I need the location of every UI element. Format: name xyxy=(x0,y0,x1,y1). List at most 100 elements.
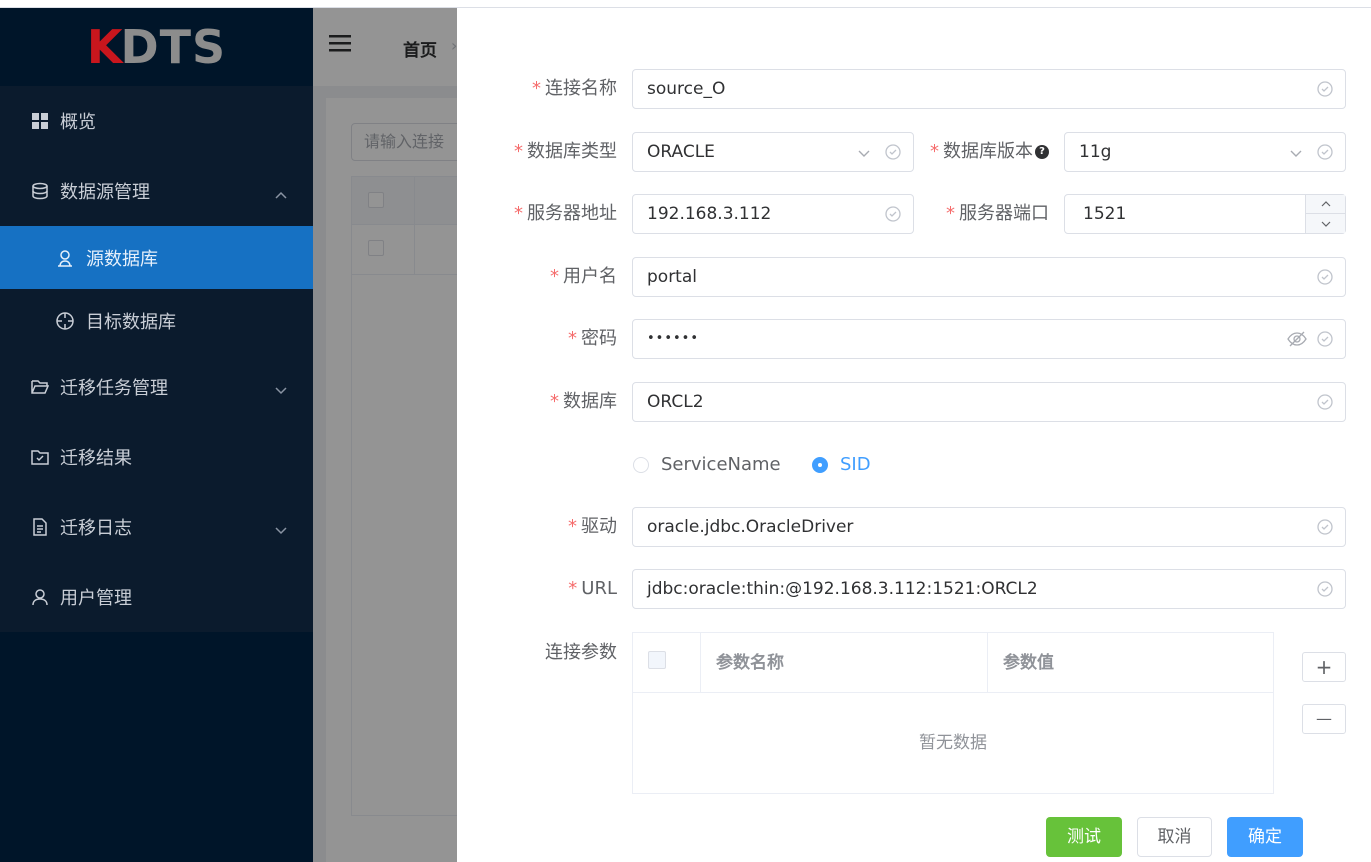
decrease-button[interactable] xyxy=(1306,214,1345,233)
eye-hidden-icon[interactable] xyxy=(1287,331,1307,347)
username-value: portal xyxy=(647,267,697,287)
password-value: •••••• xyxy=(647,331,700,346)
params-table: 参数名称 参数值 暂无数据 xyxy=(632,632,1274,794)
conn-name-value: source_O xyxy=(647,79,726,99)
folder-open-icon xyxy=(30,377,50,397)
password-label-text: 密码 xyxy=(581,328,617,349)
sidebar-item-label: 用户管理 xyxy=(60,588,132,609)
chevron-down-icon xyxy=(1321,221,1330,227)
driver-input[interactable]: oracle.jdbc.OracleDriver xyxy=(632,507,1346,547)
check-circle-icon xyxy=(885,206,901,222)
required-mark: * xyxy=(568,328,577,349)
db-type-label: * 数据库类型 xyxy=(514,132,617,172)
user-icon xyxy=(54,247,76,269)
logo-k: K xyxy=(86,20,123,74)
user-icon xyxy=(30,587,50,607)
sidebar-item-label: 迁移日志 xyxy=(60,518,132,539)
radio-sid[interactable]: SID xyxy=(812,454,871,475)
check-circle-icon xyxy=(1317,81,1333,97)
radio-servicename-label: ServiceName xyxy=(661,454,781,475)
url-label: * URL xyxy=(568,569,617,609)
database-input[interactable]: ORCL2 xyxy=(632,382,1346,422)
username-label-text: 用户名 xyxy=(563,266,617,287)
radio-sid-label: SID xyxy=(840,454,871,475)
increase-button[interactable] xyxy=(1306,195,1345,214)
sidebar-item-source-db[interactable]: 源数据库 xyxy=(0,226,313,289)
chevron-up-icon xyxy=(275,183,287,204)
database-label-text: 数据库 xyxy=(563,391,617,412)
required-mark: * xyxy=(514,141,523,162)
radio-servicename[interactable]: ServiceName xyxy=(633,454,781,475)
sidebar-item-label: 数据源管理 xyxy=(60,182,150,203)
column-divider xyxy=(700,633,701,693)
radio-circle xyxy=(812,456,828,473)
db-version-label: * 数据库版本? xyxy=(930,132,1049,172)
sidebar-footer xyxy=(0,636,313,862)
help-icon[interactable]: ? xyxy=(1035,145,1049,159)
chevron-up-icon xyxy=(1321,201,1330,207)
param-value-header: 参数值 xyxy=(1003,653,1054,673)
grid-icon xyxy=(30,111,50,131)
form-row-db-type: * 数据库类型 ORACLE * 数据库版本? 11g xyxy=(457,132,1371,172)
required-mark: * xyxy=(568,578,578,599)
add-param-button[interactable]: + xyxy=(1302,652,1346,682)
sidebar-item-label: 概览 xyxy=(60,112,96,133)
form-row-conn-name: * 连接名称 source_O xyxy=(457,69,1371,109)
sidebar: K DTS 概览 数据源管理 源数据库 目标数据库 迁移任务管理 迁移结果 迁移… xyxy=(0,8,313,862)
sidebar-item-datasource[interactable]: 数据源管理 xyxy=(0,156,313,226)
sidebar-item-label: 目标数据库 xyxy=(86,311,176,333)
column-divider xyxy=(987,633,988,693)
document-icon xyxy=(30,517,50,537)
empty-text: 暂无数据 xyxy=(919,733,987,753)
chevron-down-icon xyxy=(275,519,287,540)
chevron-down-icon xyxy=(858,150,870,157)
cancel-button[interactable]: 取消 xyxy=(1137,817,1212,857)
driver-label: * 驱动 xyxy=(568,507,617,547)
required-mark: * xyxy=(550,391,559,412)
sidebar-item-overview[interactable]: 概览 xyxy=(0,86,313,156)
server-port-stepper[interactable]: 1521 xyxy=(1064,194,1346,234)
form-row-driver: * 驱动 oracle.jdbc.OracleDriver xyxy=(457,507,1371,547)
sidebar-item-migration-task[interactable]: 迁移任务管理 xyxy=(0,352,313,422)
required-mark: * xyxy=(930,141,939,162)
required-mark: * xyxy=(946,203,955,224)
server-addr-input[interactable]: 192.168.3.112 xyxy=(632,194,914,234)
db-type-value: ORACLE xyxy=(647,142,715,162)
server-addr-value: 192.168.3.112 xyxy=(647,204,772,224)
sidebar-item-label: 源数据库 xyxy=(86,248,158,270)
check-circle-icon xyxy=(1317,519,1333,535)
server-port-label-text: 服务器端口 xyxy=(959,203,1049,224)
url-value: jdbc:oracle:thin:@192.168.3.112:1521:ORC… xyxy=(647,579,1038,599)
conn-mode-radio-group: ServiceName SID xyxy=(457,444,1371,484)
check-circle-icon xyxy=(1317,394,1333,410)
sidebar-menu: 概览 数据源管理 源数据库 目标数据库 迁移任务管理 迁移结果 迁移日志 用户管… xyxy=(0,86,313,632)
db-type-select[interactable]: ORACLE xyxy=(632,132,914,172)
remove-param-button[interactable]: — xyxy=(1302,704,1346,734)
check-circle-icon xyxy=(885,144,901,160)
datasource-form-drawer: * 连接名称 source_O * 数据库类型 ORACLE * 数据库版本? 11g… xyxy=(457,8,1371,862)
db-version-select[interactable]: 11g xyxy=(1064,132,1346,172)
form-row-server: * 服务器地址 192.168.3.112 * 服务器端口 1521 xyxy=(457,194,1371,234)
chevron-down-icon xyxy=(1290,150,1302,157)
server-port-label: * 服务器端口 xyxy=(946,194,1049,234)
database-label: * 数据库 xyxy=(550,382,617,422)
sidebar-item-user-mgmt[interactable]: 用户管理 xyxy=(0,562,313,632)
test-button[interactable]: 测试 xyxy=(1046,817,1122,857)
confirm-button[interactable]: 确定 xyxy=(1227,817,1303,857)
db-version-value: 11g xyxy=(1079,142,1112,162)
params-table-header: 参数名称 参数值 xyxy=(633,633,1273,693)
password-input[interactable]: •••••• xyxy=(632,319,1346,359)
check-circle-icon xyxy=(1317,269,1333,285)
username-input[interactable]: portal xyxy=(632,257,1346,297)
driver-label-text: 驱动 xyxy=(581,516,617,537)
select-all-checkbox[interactable] xyxy=(648,651,666,669)
chevron-down-icon xyxy=(275,379,287,400)
sidebar-item-label: 迁移结果 xyxy=(60,448,132,469)
sidebar-item-migration-result[interactable]: 迁移结果 xyxy=(0,422,313,492)
conn-name-input[interactable]: source_O xyxy=(632,69,1346,109)
url-input[interactable]: jdbc:oracle:thin:@192.168.3.112:1521:ORC… xyxy=(632,569,1346,609)
form-row-username: * 用户名 portal xyxy=(457,257,1371,297)
sidebar-item-migration-log[interactable]: 迁移日志 xyxy=(0,492,313,562)
params-label: 连接参数 xyxy=(545,642,617,663)
sidebar-item-target-db[interactable]: 目标数据库 xyxy=(0,289,313,352)
